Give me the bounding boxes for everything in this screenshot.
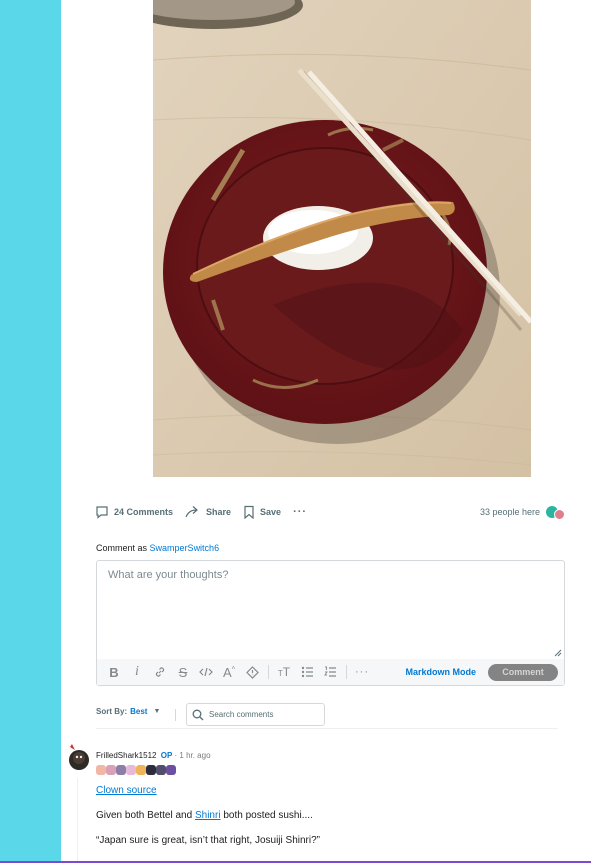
flair-emoji-icon [166,765,176,775]
flair-emoji-icon [136,765,146,775]
comment-as-prefix: Comment as [96,543,148,553]
comment-header: FrilledShark1512 OP · 1 hr. ago [96,751,211,760]
link-button[interactable] [149,662,171,682]
clown-source-link[interactable]: Clown source [96,785,157,796]
sushi-plate-photo [153,0,531,477]
toolbar-divider [268,665,269,679]
left-page-strip [0,0,61,863]
flair-emoji-icon [116,765,126,775]
bold-button[interactable]: B [103,662,125,682]
op-badge: OP [160,751,173,760]
comments-button[interactable]: 24 Comments [95,505,173,519]
more-options-button[interactable]: ··· [293,506,307,518]
online-count-label: 33 people here [479,507,540,517]
comment-sort-bar: Sort By: Best ▼ [96,703,558,729]
share-label: Share [206,507,232,517]
heading-icon: TT [277,665,291,679]
comment-paragraph: Given both Bettel and Shinri both posted… [96,809,556,823]
sort-label: Sort By: [96,707,128,716]
comment-paragraph: “Japan sure is great, isn’t that right, … [96,835,320,846]
avatar[interactable] [66,744,90,772]
flair-emoji-icon [96,765,106,775]
online-count: 33 people here [480,505,565,520]
comment-as-line: Comment as SwamperSwitch6 [96,543,219,553]
search-comments-input[interactable] [209,710,319,719]
comment-timestamp[interactable]: 1 hr. ago [179,751,210,760]
italic-button[interactable]: i [126,662,148,682]
sort-value: Best [130,707,148,716]
bulleted-list-button[interactable] [296,662,318,682]
flair-emoji-icon [146,765,156,775]
post-image[interactable] [153,0,531,477]
shinri-link[interactable]: Shinri [195,810,221,821]
comment-body: Clown source Given both Bettel and Shinr… [96,784,556,859]
toolbar-divider [346,665,347,679]
current-username-link[interactable]: SwamperSwitch6 [150,543,220,553]
comment-icon [96,506,108,519]
save-button[interactable]: Save [243,505,281,519]
heading-button[interactable]: TT [273,662,295,682]
comment-search-box [186,703,325,726]
strikethrough-icon: S [178,664,188,680]
thread-line[interactable] [77,778,78,863]
bulleted-list-icon [301,666,313,678]
search-icon [192,709,204,720]
formatting-toolbar: B i S A^ TT ··· Markdown Mode Comment [97,659,564,685]
sort-divider [175,709,176,721]
user-flair [96,765,176,775]
inline-code-icon [199,667,213,677]
comments-count-label: 24 Comments [114,507,174,517]
more-icon: ··· [293,506,308,518]
comment-author[interactable]: FrilledShark1512 [96,751,156,760]
sort-dropdown[interactable]: Sort By: Best ▼ [96,707,160,716]
markdown-mode-button[interactable]: Markdown Mode [405,667,476,677]
spoiler-button[interactable] [241,662,263,682]
flair-emoji-icon [126,765,136,775]
resize-handle-icon[interactable] [554,649,562,657]
numbered-list-button[interactable] [319,662,341,682]
save-label: Save [260,507,282,517]
bold-icon: B [109,664,119,680]
superscript-button[interactable]: A^ [218,662,240,682]
inline-code-button[interactable] [195,662,217,682]
flair-emoji-icon [106,765,116,775]
more-icon: ··· [355,666,369,678]
spoiler-icon [245,665,259,679]
comment-text: Given both Bettel and [96,810,195,821]
italic-icon: i [135,664,139,679]
flair-emoji-icon [156,765,166,775]
share-icon [185,506,198,518]
strikethrough-button[interactable]: S [172,662,194,682]
comment-text: both posted sushi.... [220,810,313,821]
chevron-down-icon: ▼ [153,708,161,715]
post-action-bar: 24 Comments Share Save ··· 33 people her… [95,503,565,521]
more-formatting-button[interactable]: ··· [351,662,373,682]
superscript-icon: A^ [223,664,235,680]
share-button[interactable]: Share [185,505,231,519]
online-avatar-icon [554,508,565,520]
comment-textarea[interactable] [97,561,564,659]
comment-editor: B i S A^ TT ··· Markdown Mode Comment [96,560,565,686]
bookmark-icon [244,505,254,519]
link-icon [155,667,165,677]
numbered-list-icon [323,666,336,677]
comment-submit-button[interactable]: Comment [488,663,558,681]
